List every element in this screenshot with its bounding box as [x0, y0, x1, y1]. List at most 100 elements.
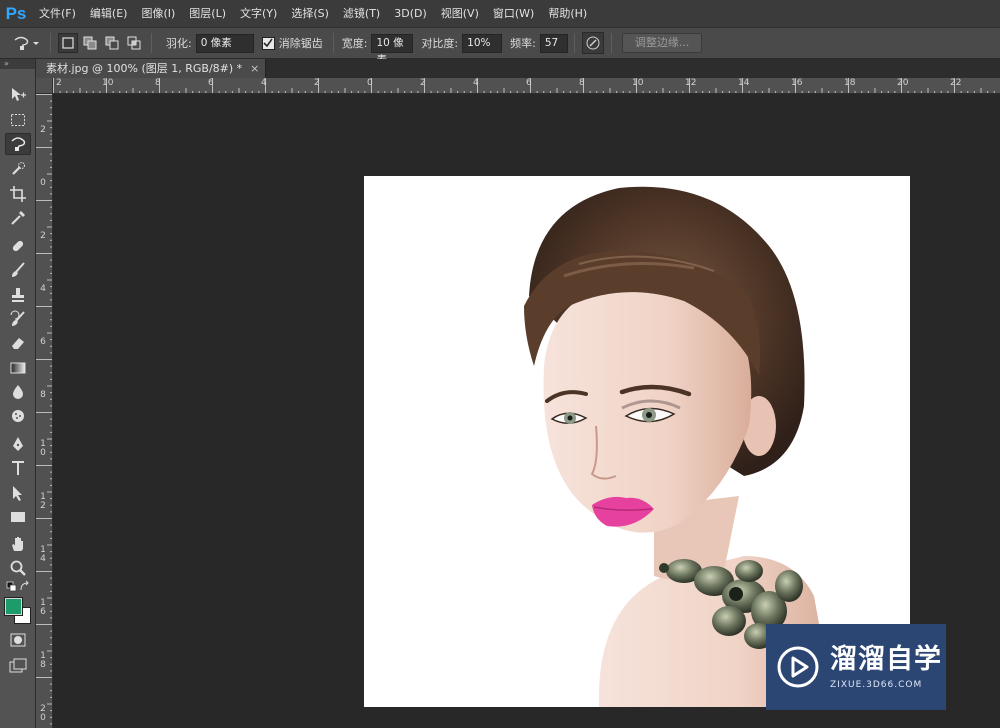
magnetic-lasso-icon — [14, 36, 39, 50]
foreground-color-swatch[interactable] — [4, 597, 23, 616]
tool-preset-picker[interactable] — [9, 33, 43, 53]
width-input[interactable]: 10 像素 — [371, 33, 414, 66]
stylus-pressure-icon — [586, 36, 600, 50]
marquee-tool[interactable] — [5, 109, 31, 131]
new-selection-button[interactable] — [58, 33, 78, 53]
ruler-h-label: 18 — [844, 78, 856, 88]
healing-brush-tool[interactable] — [5, 235, 31, 257]
ruler-h-label: 4 — [261, 78, 267, 88]
rectangle-shape-icon — [11, 512, 25, 522]
rectangular-marquee-icon — [11, 114, 25, 126]
magnetic-lasso-icon — [11, 137, 26, 151]
path-selection-tool[interactable] — [5, 482, 31, 504]
screen-mode-button[interactable] — [5, 655, 31, 677]
subtract-from-selection-button[interactable] — [102, 33, 122, 53]
menu-edit[interactable]: 编辑(E) — [83, 0, 135, 27]
pen-tool[interactable] — [5, 433, 31, 455]
color-swatches — [4, 597, 33, 626]
menu-window[interactable]: 窗口(W) — [486, 0, 541, 27]
intersect-selection-button[interactable] — [124, 33, 144, 53]
quick-mask-icon — [10, 633, 26, 647]
options-bar: 羽化: 0 像素 消除锯齿 宽度: 10 像素 对比度: 10% 频率: 57 … — [0, 27, 1000, 66]
dodge-tool[interactable] — [5, 405, 31, 427]
ruler-h-label: 10 — [102, 78, 114, 88]
subtract-selection-icon — [105, 36, 119, 50]
contrast-input[interactable]: 10% — [462, 33, 503, 53]
quick-mask-button[interactable] — [5, 629, 31, 651]
watermark-url: ZIXUE.3D66.COM — [830, 680, 923, 690]
ruler-v-label: 8 — [40, 390, 46, 400]
hand-tool[interactable] — [5, 533, 31, 555]
ruler-h-label: 0 — [367, 78, 373, 88]
menu-file[interactable]: 文件(F) — [32, 0, 83, 27]
document-tab[interactable]: 素材.jpg @ 100% (图层 1, RGB/8#) * × — [36, 59, 267, 78]
type-icon — [12, 461, 24, 475]
ruler-origin[interactable] — [36, 78, 53, 94]
lasso-tool[interactable] — [5, 133, 31, 155]
ruler-h-label: 20 — [897, 78, 909, 88]
quick-selection-icon — [12, 162, 25, 175]
antialias-checkbox[interactable] — [261, 36, 275, 50]
eraser-tool[interactable] — [5, 332, 31, 354]
menu-help[interactable]: 帮助(H) — [541, 0, 594, 27]
separator — [50, 33, 51, 53]
menu-type[interactable]: 文字(Y) — [233, 0, 284, 27]
move-icon — [12, 88, 26, 101]
add-to-selection-button[interactable] — [80, 33, 100, 53]
crop-icon — [10, 186, 26, 202]
zoom-tool[interactable] — [5, 557, 31, 579]
separator — [610, 33, 612, 53]
toolbox-collapse-icon[interactable]: » — [0, 59, 35, 69]
ruler-v-label: 14 — [40, 545, 46, 564]
menu-image[interactable]: 图像(I) — [134, 0, 182, 27]
new-selection-icon — [62, 37, 74, 49]
menu-bar: Ps 文件(F) 编辑(E) 图像(I) 图层(L) 文字(Y) 选择(S) 滤… — [0, 0, 1000, 27]
ruler-h-label: 8 — [155, 78, 161, 88]
width-label: 宽度: — [341, 37, 368, 50]
antialias-label: 消除锯齿 — [278, 37, 323, 50]
separator — [151, 33, 152, 53]
ruler-v-label: 18 — [40, 651, 46, 670]
gradient-tool[interactable] — [5, 357, 31, 379]
move-tool[interactable] — [5, 84, 31, 106]
crop-tool[interactable] — [5, 183, 31, 205]
brush-tool[interactable] — [5, 259, 31, 281]
healing-brush-icon — [12, 240, 24, 252]
ruler-h-label: 2 — [314, 78, 320, 88]
pen-icon — [13, 437, 23, 451]
ruler-v-label: 2 — [40, 231, 46, 241]
menu-layer[interactable]: 图层(L) — [182, 0, 233, 27]
toolbox: » — [0, 59, 36, 728]
menu-filter[interactable]: 滤镜(T) — [336, 0, 387, 27]
history-brush-icon — [10, 310, 25, 326]
history-brush-tool[interactable] — [5, 308, 31, 330]
document-tab-bar: 素材.jpg @ 100% (图层 1, RGB/8#) * × — [36, 59, 1000, 78]
photoshop-logo: Ps — [5, 3, 27, 23]
ruler-v-label: 0 — [40, 178, 46, 188]
menu-3d[interactable]: 3D(D) — [387, 0, 434, 27]
ruler-h-label: 6 — [526, 78, 532, 88]
intersect-selection-icon — [127, 36, 141, 50]
feather-input[interactable]: 0 像素 — [195, 33, 254, 53]
rectangle-tool[interactable] — [5, 506, 31, 528]
watermark-badge: 溜溜自学 ZIXUE.3D66.COM — [766, 624, 946, 710]
type-tool[interactable] — [5, 457, 31, 479]
close-tab-icon[interactable]: × — [250, 59, 259, 78]
default-colors-button[interactable] — [5, 579, 31, 595]
refine-edge-button[interactable]: 调整边缘... — [621, 33, 703, 53]
ruler-h-label: 6 — [208, 78, 214, 88]
eraser-icon — [12, 338, 24, 349]
document-tab-title: 素材.jpg @ 100% (图层 1, RGB/8#) * — [46, 62, 243, 75]
horizontal-ruler[interactable]: 2 10 8 6 4 2 0 2 4 6 8 10 12 14 16 18 20… — [53, 78, 1000, 94]
play-logo-icon — [777, 646, 819, 688]
vertical-ruler[interactable]: 2 0 2 4 6 8 10 12 14 16 18 20 — [36, 94, 53, 728]
clone-stamp-tool[interactable] — [5, 284, 31, 306]
ruler-v-label: 10 — [40, 439, 46, 458]
menu-select[interactable]: 选择(S) — [284, 0, 336, 27]
stylus-pressure-button[interactable] — [581, 32, 604, 54]
blur-tool[interactable] — [5, 381, 31, 403]
frequency-input[interactable]: 57 — [539, 33, 568, 53]
eyedropper-tool[interactable] — [5, 207, 31, 229]
quick-selection-tool[interactable] — [5, 158, 31, 180]
menu-view[interactable]: 视图(V) — [434, 0, 486, 27]
